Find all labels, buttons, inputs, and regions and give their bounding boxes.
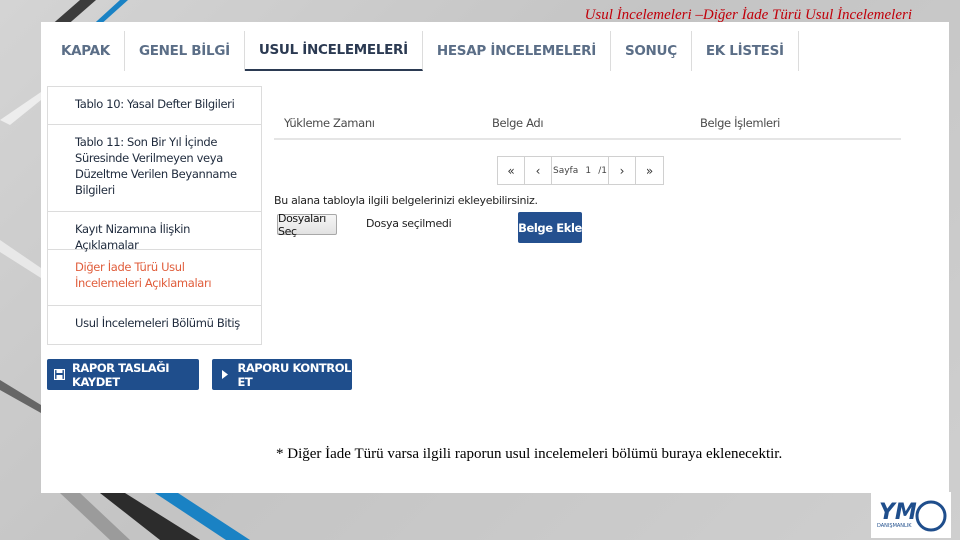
upload-hint: Bu alana tabloyla ilgili belgelerinizi e… [274,194,538,207]
play-icon [220,369,230,381]
floppy-disk-icon [54,369,65,381]
logo-subtext: DANIŞMANLIK [877,523,912,529]
pagination: « ‹ Sayfa 1 /1 › » [497,156,664,185]
check-report-label: RAPORU KONTROL ET [237,360,351,389]
tab-sonuc[interactable]: SONUÇ [610,31,692,71]
documents-table-header: Yükleme Zamanı Belge Adı Belge İşlemleri [274,107,901,140]
check-report-button[interactable]: RAPORU KONTROL ET [212,359,352,390]
file-status: Dosya seçilmedi [366,217,452,230]
menu-item-yasal-defter[interactable]: Tablo 10: Yasal Defter Bilgileri [48,87,261,125]
company-logo: YM DANIŞMANLIK [871,492,951,538]
first-page-button[interactable]: « [498,157,525,184]
menu-item-kayit-nizami[interactable]: Kayıt Nizamına İlişkin Açıklamalar [48,212,261,252]
tab-ek-listesi[interactable]: EK LİSTESİ [691,31,799,71]
tab-hesap-incelemeleri[interactable]: HESAP İNCELEMELERİ [422,31,611,71]
slide-note: * Diğer İade Türü varsa ilgili raporun u… [276,446,783,462]
page-total: /1 [598,165,607,176]
logo-text: YM [879,500,917,525]
last-page-button[interactable]: » [636,157,663,184]
embedded-screenshot: KAPAK GENEL BİLGİ USUL İNCELEMELERİ HESA… [41,22,949,493]
save-draft-button[interactable]: RAPOR TASLAĞI KAYDET [47,359,199,390]
menu-item-bolum-bitis[interactable]: Usul İncelemeleri Bölümü Bitiş [48,306,261,344]
page-number-input[interactable]: 1 [582,166,594,176]
tab-usul-incelemeleri[interactable]: USUL İNCELEMELERİ [244,31,423,71]
section-menu: Tablo 10: Yasal Defter Bilgileri Tablo 1… [47,86,262,345]
column-header-document-actions: Belge İşlemleri [700,115,780,130]
column-header-upload-time: Yükleme Zamanı [284,115,375,130]
save-draft-label: RAPOR TASLAĞI KAYDET [72,360,170,389]
page-info: Sayfa 1 /1 [552,157,609,184]
column-header-document-name: Belge Adı [492,115,544,130]
menu-item-beyanname-bilgileri[interactable]: Tablo 11: Son Bir Yıl İçinde Süresinde V… [48,125,261,212]
prev-page-button[interactable]: ‹ [525,157,552,184]
next-page-button[interactable]: › [609,157,636,184]
tab-genel-bilgi[interactable]: GENEL BİLGİ [124,31,245,71]
choose-files-button[interactable]: Dosyaları Seç [277,212,337,238]
tab-bar: KAPAK GENEL BİLGİ USUL İNCELEMELERİ HESA… [47,31,799,94]
add-document-button[interactable]: Belge Ekle [518,212,582,243]
page-label: Sayfa [552,165,579,176]
tab-kapak[interactable]: KAPAK [47,31,125,71]
menu-item-diger-iade[interactable]: Diğer İade Türü Usul İncelemeleri Açıkla… [48,250,261,306]
